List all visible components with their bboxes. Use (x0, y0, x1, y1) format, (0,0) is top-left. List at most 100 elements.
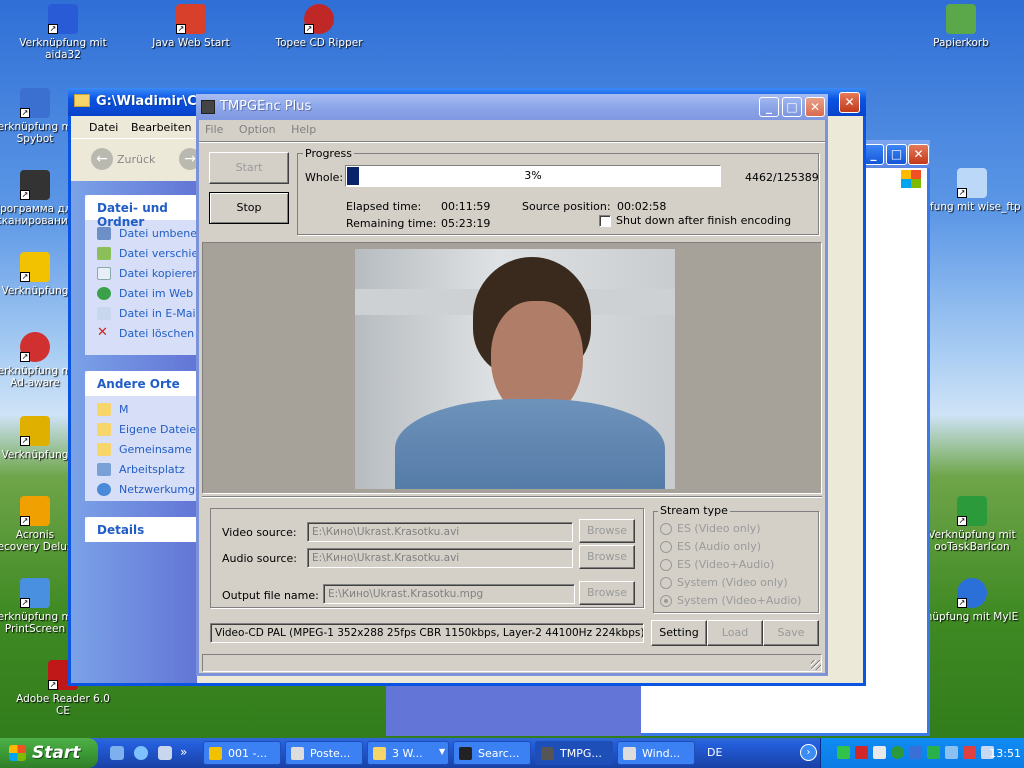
status-bar (202, 654, 822, 672)
close-button[interactable]: ✕ (908, 144, 929, 165)
audio-source-field[interactable]: E:\Кино\Ukrast.Krasotku.avi (307, 548, 573, 568)
panel-other-places-title[interactable]: Andere Orte (85, 371, 197, 396)
tray-green-icon[interactable] (837, 746, 850, 759)
shutdown-checkbox[interactable] (599, 215, 611, 227)
radio-system-video-only[interactable]: System (Video only) (660, 576, 788, 589)
place-shared-documents[interactable]: Gemeinsame Dokumente (85, 440, 197, 460)
radio-es-video-audio[interactable]: ES (Video+Audio) (660, 558, 774, 571)
output-browse-button[interactable]: Browse (579, 581, 635, 605)
desktop-icon-aida32[interactable]: ↗ Verknüpfung mit aida32 (8, 4, 118, 61)
menu-file[interactable]: File (199, 120, 229, 139)
menu-datei[interactable]: Datei (89, 121, 118, 134)
tmpgenc-maximize-button[interactable]: □ (782, 97, 802, 117)
whole-label: Whole: (305, 171, 344, 184)
tmpgenc-minimize-button[interactable]: _ (759, 97, 779, 117)
save-button[interactable]: Save (763, 620, 819, 646)
menu-bearbeiten[interactable]: Bearbeiten (131, 121, 191, 134)
folder-icon (97, 403, 111, 416)
quicklaunch-chevron-icon[interactable]: » (180, 745, 187, 759)
task-rename[interactable]: Datei umbenennen (85, 224, 197, 244)
maximize-button[interactable]: □ (886, 144, 907, 165)
myie-icon: ↗ (957, 578, 987, 608)
place-m[interactable]: M (85, 400, 197, 420)
email-icon (97, 307, 111, 320)
tray-people-icon[interactable] (945, 746, 958, 759)
setting-button[interactable]: Setting (651, 620, 707, 646)
desktop-icon-myie[interactable]: ↗ nüpfung mit MyIE (920, 578, 1024, 623)
tray-globe-icon[interactable] (891, 746, 904, 759)
group-dropdown-icon: ▼ (439, 747, 446, 756)
panel-details-title[interactable]: Details (85, 517, 197, 542)
shutdown-label: Shut down after finish encoding (616, 214, 792, 227)
place-my-documents[interactable]: Eigene Dateien (85, 420, 197, 440)
start-button-taskbar[interactable]: Start (0, 738, 98, 768)
tray-shield-icon[interactable] (855, 746, 868, 759)
load-button[interactable]: Load (707, 620, 763, 646)
menu-option[interactable]: Option (233, 120, 282, 139)
audio-source-label: Audio source: (222, 552, 297, 565)
taskbar-item-001[interactable]: 001 -... (203, 741, 281, 765)
resize-grip-icon[interactable] (811, 660, 821, 670)
tmpgenc-titlebar[interactable]: TMPGEnc Plus (196, 94, 828, 120)
taskbar-group-windows[interactable]: 3 W... ▼ (367, 741, 449, 765)
desktop-icon-java-web-start[interactable]: ↗ Java Web Start (136, 4, 246, 49)
desktop-icon-ootaskbaricon[interactable]: ↗ Verknüpfung mit ooTaskBarIcon (920, 496, 1024, 553)
taskbar-item-search[interactable]: Searc... (453, 741, 531, 765)
star-icon (209, 747, 222, 760)
video-frame-body (395, 399, 665, 489)
tmpgenc-close-button[interactable]: ✕ (805, 97, 825, 117)
whole-progress-bar: 3% (345, 165, 721, 187)
shortcut-icon: ↗ (20, 252, 50, 282)
explorer-close-button[interactable]: ✕ (839, 92, 860, 113)
place-my-computer[interactable]: Arbeitsplatz (85, 460, 197, 480)
radio-es-audio-only[interactable]: ES (Audio only) (660, 540, 761, 553)
documents-icon (97, 423, 111, 436)
desktop-icon-topee-cd-ripper[interactable]: ↗ Topee CD Ripper (264, 4, 374, 49)
tray-alert-icon[interactable] (963, 746, 976, 759)
panel-file-tasks-title[interactable]: Datei- und Ordner (85, 195, 197, 229)
rename-icon (97, 227, 111, 240)
radio-system-video-audio[interactable]: System (Video+Audio) (660, 594, 801, 607)
stop-button[interactable]: Stop (209, 192, 289, 224)
video-browse-button[interactable]: Browse (579, 519, 635, 543)
taskbar-item-window[interactable]: Wind... (617, 741, 695, 765)
back-arrow-icon[interactable]: ← (91, 148, 113, 170)
spybot-icon: ↗ (20, 88, 50, 118)
output-file-field[interactable]: E:\Кино\Ukrast.Krasotku.mpg (323, 584, 575, 604)
quicklaunch-desktop-icon[interactable] (110, 746, 124, 760)
video-frame (355, 249, 675, 489)
search-icon (459, 747, 472, 760)
task-email[interactable]: Datei in E-Mail versenden (85, 304, 197, 324)
task-copy[interactable]: Datei kopieren (85, 264, 197, 284)
folder-icon (373, 747, 386, 760)
stream-type-label: Stream type (658, 504, 730, 517)
format-description-field: Video-CD PAL (MPEG-1 352x288 25fps CBR 1… (210, 623, 644, 643)
tmpgenc-window[interactable]: TMPGEnc Plus _ □ ✕ File Option Help Star… (196, 94, 828, 676)
taskbar-item-tmpgenc[interactable]: TMPG... (535, 741, 613, 765)
lower-panel-separator (202, 496, 822, 498)
taskbar-item-poste[interactable]: Poste... (285, 741, 363, 765)
task-delete[interactable]: ✕ Datei löschen (85, 324, 197, 344)
frame-counter: 4462/125389 (745, 171, 819, 184)
quicklaunch-media-icon[interactable] (158, 746, 172, 760)
video-source-field[interactable]: E:\Кино\Ukrast.Krasotku.avi (307, 522, 573, 542)
minimize-button[interactable]: _ (863, 144, 884, 165)
tray-expand-icon[interactable]: › (800, 744, 817, 761)
tray-network-icon[interactable] (873, 746, 886, 759)
shortcut-icon: ↗ (20, 416, 50, 446)
desktop-icon-recycle-bin[interactable]: Papierkorb (906, 4, 1016, 49)
menu-help[interactable]: Help (285, 120, 322, 139)
tray-monitor-icon[interactable] (927, 746, 940, 759)
radio-es-video-only[interactable]: ES (Video only) (660, 522, 761, 535)
language-indicator[interactable]: DE (707, 746, 722, 759)
place-network[interactable]: Netzwerkumgebung (85, 480, 197, 500)
back-button[interactable]: Zurück (117, 153, 155, 166)
task-move[interactable]: Datei verschieben (85, 244, 197, 264)
elapsed-time-value: 00:11:59 (441, 200, 491, 213)
tray-app-icon[interactable] (909, 746, 922, 759)
desktop-icon-wise-ftp[interactable]: ↗ pfung mit wise_ftp (920, 168, 1024, 213)
quicklaunch-ie-icon[interactable] (134, 746, 148, 760)
audio-browse-button[interactable]: Browse (579, 545, 635, 569)
task-publish-web[interactable]: Datei im Web veröffentlichen (85, 284, 197, 304)
start-button[interactable]: Start (209, 152, 289, 184)
